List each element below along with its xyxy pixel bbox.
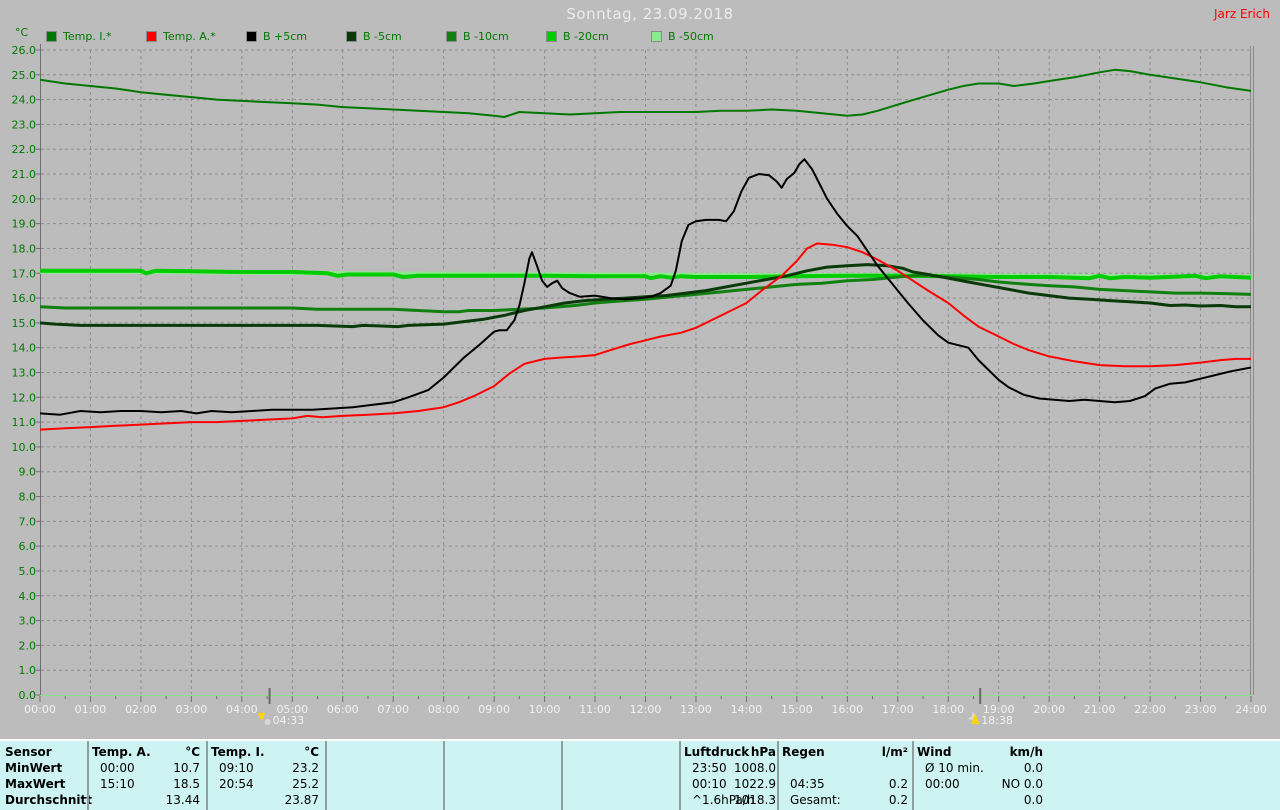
x-tick-label: 21:00: [1084, 703, 1116, 716]
table-cell: NO 0.0: [1001, 777, 1043, 791]
y-tick-label: 24.0: [12, 94, 37, 107]
x-tick-label: 18:00: [932, 703, 964, 716]
table-cell: 1018.3: [734, 793, 776, 807]
sunrise-marker: 04:33: [257, 713, 305, 727]
row-label: Sensor: [5, 745, 52, 759]
y-tick-label: 26.0: [12, 44, 37, 57]
col-unit-2: hPa: [750, 745, 776, 759]
x-tick-label: 14:00: [731, 703, 763, 716]
sunset-time-label: 18:38: [981, 714, 1013, 727]
y-tick-label: 15.0: [12, 317, 37, 330]
y-tick-label: 22.0: [12, 143, 37, 156]
moon-shadow: [964, 710, 973, 718]
table-separator: [679, 741, 681, 810]
y-tick-label: 5.0: [19, 565, 37, 578]
table-cell: 13.44: [165, 793, 200, 807]
x-tick-label: 01:00: [75, 703, 107, 716]
table-separator: [443, 741, 445, 810]
x-tick-label: 17:00: [882, 703, 914, 716]
y-tick-label: 13.0: [12, 367, 37, 380]
x-tick-label: 23:00: [1185, 703, 1217, 716]
y-tick-label: 17.0: [12, 267, 37, 280]
table-separator: [87, 741, 89, 810]
table-cell: 1022.9: [734, 777, 776, 791]
y-tick-label: 10.0: [12, 441, 37, 454]
x-tick-label: 06:00: [327, 703, 359, 716]
x-tick-label: 10:00: [529, 703, 561, 716]
y-tick-label: 14.0: [12, 342, 37, 355]
y-tick-label: 3.0: [19, 615, 37, 628]
sun-horizon-icon: [264, 719, 271, 725]
table-cell: 23.2: [292, 761, 319, 775]
x-tick-label: 16:00: [831, 703, 863, 716]
weather-logger-window: Sonntag, 23.09.2018 Jarz Erich °C Temp. …: [0, 0, 1280, 810]
y-tick-label: 0.0: [19, 689, 37, 702]
x-tick-label: 11:00: [579, 703, 611, 716]
table-cell: 1008.0: [734, 761, 776, 775]
row-label: MaxWert: [5, 777, 66, 791]
y-tick-label: 7.0: [19, 515, 37, 528]
x-tick-label: 12:00: [630, 703, 662, 716]
x-tick-label: 15:00: [781, 703, 813, 716]
table-cell: 0.0: [1023, 793, 1043, 807]
axis-labels: 0.0 1.0 2.0 3.0 4.0 5.0 6.0 7.0 8.0 9.0 10.0 11.0 12…: [12, 44, 1267, 716]
col-unit-1: °C: [304, 745, 319, 759]
x-tick-label: 09:00: [478, 703, 510, 716]
y-tick-label: 6.0: [19, 540, 37, 553]
table-cell: 25.2: [292, 777, 319, 791]
sunrise-icon: [257, 713, 266, 721]
table-cell: 0.2: [888, 777, 908, 791]
y-tick-label: 12.0: [12, 391, 37, 404]
y-tick-label: 21.0: [12, 168, 37, 181]
y-tick-label: 23.0: [12, 118, 37, 131]
series-line-b--10cm: [39, 274, 1252, 314]
table-separator: [561, 741, 563, 810]
sunrise-time-label: 04:33: [273, 714, 305, 727]
table-separator: [325, 741, 327, 810]
col-unit-4: km/h: [1009, 745, 1043, 759]
chart-grid: [41, 49, 1249, 694]
x-tick-label: 00:00: [24, 703, 56, 716]
table-cell: 23.87: [284, 793, 319, 807]
x-tick-label: 07:00: [377, 703, 409, 716]
y-tick-label: 2.0: [19, 639, 37, 652]
table-separator: [777, 741, 779, 810]
x-tick-label: 08:00: [428, 703, 460, 716]
col-unit-3: l/m²: [881, 745, 908, 759]
summary-table: Sensor MinWert MaxWert Durchschnitt Temp. A.…: [0, 739, 1280, 810]
table-cell: 0.0: [1023, 761, 1043, 775]
y-tick-label: 16.0: [12, 292, 37, 305]
x-tick-label: 02:00: [125, 703, 157, 716]
x-tick-label: 13:00: [680, 703, 712, 716]
table-cell: 0.2: [888, 793, 908, 807]
chart-plot-area: 0.0 1.0 2.0 3.0 4.0 5.0 6.0 7.0 8.0 9.0 10.0 11.0 12…: [12, 44, 1267, 727]
x-tick-label: 22:00: [1134, 703, 1166, 716]
x-tick-label: 20:00: [1033, 703, 1065, 716]
x-tick-label: 24:00: [1235, 703, 1267, 716]
y-tick-label: 8.0: [19, 491, 37, 504]
col-unit-0: °C: [185, 745, 200, 759]
y-tick-label: 1.0: [19, 664, 37, 677]
x-tick-label: 03:00: [176, 703, 208, 716]
y-tick-label: 4.0: [19, 590, 37, 603]
table-cell: 18.5: [173, 777, 200, 791]
y-tick-label: 9.0: [19, 466, 37, 479]
y-tick-label: 18.0: [12, 242, 37, 255]
chart-axes: [36, 44, 1254, 704]
table-separator: [206, 741, 208, 810]
row-label: Durchschnitt: [5, 793, 93, 807]
y-tick-label: 20.0: [12, 193, 37, 206]
x-tick-label: 04:00: [226, 703, 258, 716]
table-separator: [912, 741, 914, 810]
y-tick-label: 19.0: [12, 218, 37, 231]
row-label: MinWert: [5, 761, 63, 775]
y-tick-label: 11.0: [12, 416, 37, 429]
y-tick-label: 25.0: [12, 69, 37, 82]
table-cell: 10.7: [173, 761, 200, 775]
